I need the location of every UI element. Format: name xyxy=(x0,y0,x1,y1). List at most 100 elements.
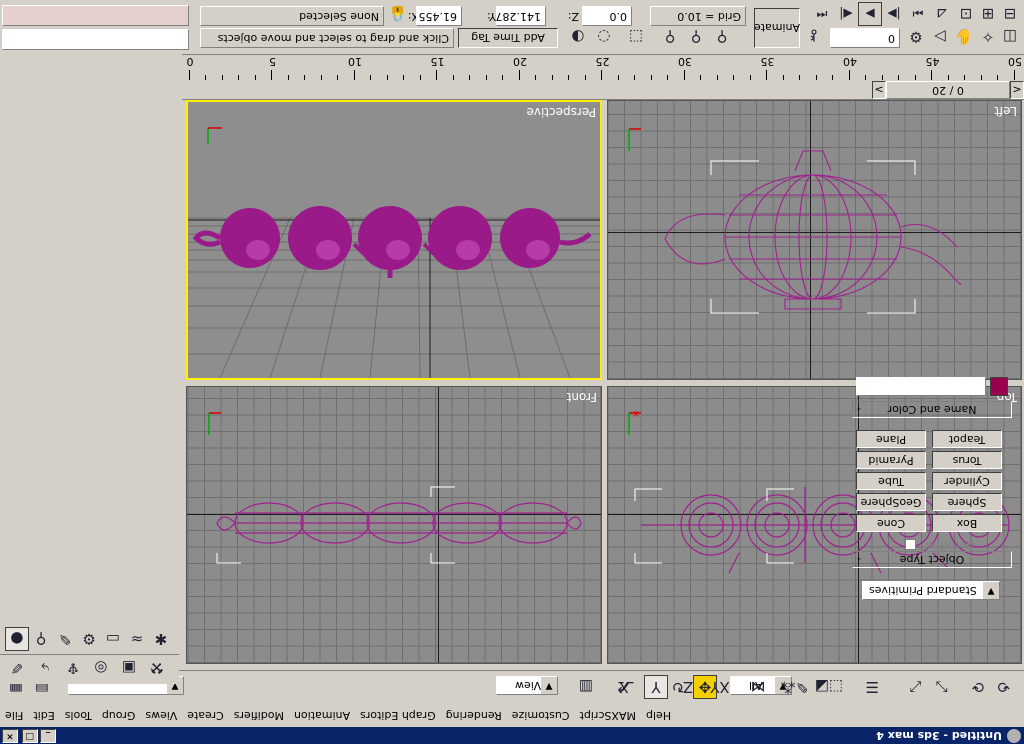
zoom-all-icon[interactable]: ◌ xyxy=(592,25,616,49)
hierarchy-tab-icon[interactable]: ♆ xyxy=(61,656,85,680)
maxscript-listener[interactable] xyxy=(2,5,189,26)
menu-rendering[interactable]: Rendering xyxy=(441,706,507,724)
animate-button[interactable]: Animate xyxy=(754,8,800,48)
close-button[interactable]: × xyxy=(2,729,18,743)
select-object-icon[interactable]: ⤢ xyxy=(904,675,928,699)
menu-maxscript[interactable]: MAXScript xyxy=(575,706,641,724)
primitive-cylinder-button[interactable]: Cylinder xyxy=(932,472,1002,490)
orbit-icon[interactable]: ✧ xyxy=(976,25,1000,49)
zoom-extents-icon[interactable]: ⬚ xyxy=(624,25,648,49)
time-slider-prev[interactable]: > xyxy=(872,81,886,99)
x-coordinate[interactable]: 61.455 xyxy=(416,6,462,26)
reference-coord-dropdown[interactable]: View ▼ xyxy=(496,676,558,695)
cameras-icon[interactable]: ⚙ xyxy=(77,627,101,651)
pan-icon[interactable]: ⚲ xyxy=(710,25,734,49)
restrict-xy-icon[interactable]: XY xyxy=(708,675,732,699)
viewport-left[interactable]: Left xyxy=(607,100,1022,380)
primitive-geosphere-button[interactable]: GeoSphere xyxy=(856,493,926,511)
bind-space-warp-icon[interactable]: ⤡ xyxy=(930,675,954,699)
motion-tab-icon[interactable]: ◎ xyxy=(89,656,113,680)
align-icon[interactable]: ◪ xyxy=(810,675,834,699)
utilities-tab-icon[interactable]: ⚒ xyxy=(145,656,169,680)
min-max-toggle-icon[interactable]: ⊟ xyxy=(998,2,1022,26)
fov-icon[interactable]: ⚲ xyxy=(684,25,708,49)
primitive-tube-button[interactable]: Tube xyxy=(856,472,926,490)
goto-end-icon[interactable]: ⏭ xyxy=(906,2,930,26)
primitive-pyramid-button[interactable]: Pyramid xyxy=(856,451,926,469)
display-tab-icon[interactable]: ▣ xyxy=(117,656,141,680)
prev-frame-icon[interactable]: ◀| xyxy=(834,2,858,26)
walk-icon[interactable]: ⊿ xyxy=(930,2,954,26)
ruler-label: 35 xyxy=(760,55,775,68)
menu-create[interactable]: Create xyxy=(182,706,229,724)
maximize-viewport-icon[interactable]: ◫ xyxy=(998,25,1022,49)
menu-group[interactable]: Group xyxy=(97,706,141,724)
region-zoom-icon[interactable]: ⚲ xyxy=(658,25,682,49)
menu-tools[interactable]: Tools xyxy=(60,706,97,724)
time-slider[interactable]: < 0 / 20 > xyxy=(182,81,1024,100)
primitive-cone-button[interactable]: Cone xyxy=(856,514,926,532)
pivot-center-icon[interactable]: ▥ xyxy=(574,675,598,699)
z-coordinate[interactable]: 0.0 xyxy=(582,6,632,26)
helpers-icon[interactable]: ▭ xyxy=(101,627,125,651)
next-frame-icon[interactable]: |▶ xyxy=(882,2,906,26)
name-and-color-rollout-header[interactable]: - Name and Color xyxy=(852,401,1012,418)
mirror-selected-icon[interactable]: ⋈ xyxy=(746,675,770,699)
zoom-region-icon[interactable]: ⊞ xyxy=(976,2,1000,26)
select-by-name-icon[interactable]: ☰ xyxy=(860,675,884,699)
menu-animation[interactable]: Animation xyxy=(289,706,355,724)
create-tab-icon[interactable]: ✐ xyxy=(5,656,29,680)
menu-customize[interactable]: Customize xyxy=(507,706,575,724)
time-config-icon[interactable]: ▷ xyxy=(928,25,952,49)
primitive-box-button[interactable]: Box xyxy=(932,514,1002,532)
restrict-z-icon[interactable]: Z xyxy=(676,675,700,699)
y-coordinate[interactable]: 141.287 xyxy=(496,6,546,26)
arc-rotate-icon[interactable]: ✋ xyxy=(952,25,976,49)
primitive-sphere-button[interactable]: Sphere xyxy=(932,493,1002,511)
primitive-type-dropdown[interactable]: Standard Primitives ▼ xyxy=(862,581,1000,600)
geometry-icon[interactable]: ● xyxy=(5,627,29,651)
add-time-tag-button[interactable]: Add Time Tag xyxy=(458,28,558,48)
key-icon[interactable]: ⚷ xyxy=(802,24,826,48)
select-link-icon[interactable]: ⟲ xyxy=(992,675,1016,699)
menu-graph-editors[interactable]: Graph Editors xyxy=(355,706,441,724)
viewport-front[interactable]: Front xyxy=(186,386,602,664)
object-name-field[interactable] xyxy=(856,377,986,396)
shapes-icon[interactable]: ⚲ xyxy=(29,627,53,651)
zoom-icon[interactable]: ◑ xyxy=(566,25,590,49)
frame-icon[interactable]: ⊡ xyxy=(954,2,978,26)
object-color-swatch[interactable] xyxy=(990,377,1008,396)
menu-edit[interactable]: Edit xyxy=(28,706,59,724)
minimize-button[interactable]: _ xyxy=(40,729,56,743)
lights-icon[interactable]: ✎ xyxy=(53,627,77,651)
restrict-y-icon[interactable]: Y xyxy=(644,675,668,699)
app-window: Untitled - 3ds max 4 _ □ × File Edit Tools… xyxy=(0,0,1024,744)
primitive-torus-button[interactable]: Torus xyxy=(932,451,1002,469)
object-type-rollout-header[interactable]: - Object Type xyxy=(852,551,1012,568)
primitive-plane-button[interactable]: Plane xyxy=(856,430,926,448)
key-mode-icon[interactable]: ⚙ xyxy=(904,25,928,49)
systems-icon[interactable]: ✱ xyxy=(149,627,173,651)
time-slider-next[interactable]: < xyxy=(1010,81,1024,99)
autogrid-checkbox[interactable] xyxy=(905,539,916,550)
unlink-icon[interactable]: ⟳ xyxy=(966,675,990,699)
ruler-tick xyxy=(585,75,586,80)
restrict-x-icon[interactable]: X xyxy=(612,675,636,699)
ruler-label: 15 xyxy=(430,55,445,68)
maximize-button[interactable]: □ xyxy=(22,729,38,743)
modify-tab-icon[interactable]: ⤷ xyxy=(33,656,57,680)
play-icon[interactable]: ▶ xyxy=(858,2,882,26)
current-frame[interactable]: 0 xyxy=(830,28,900,48)
primitive-teapot-button[interactable]: Teapot xyxy=(932,430,1002,448)
lock-selection-icon[interactable]: 🔒 xyxy=(386,2,410,26)
goto-start-icon[interactable]: ⏮ xyxy=(810,2,834,26)
viewport-perspective[interactable]: Perspective xyxy=(186,100,602,380)
menu-file[interactable]: File xyxy=(0,706,28,724)
menu-help[interactable]: Help xyxy=(641,706,676,724)
maxscript-input[interactable] xyxy=(2,29,189,50)
menu-modifiers[interactable]: Modifiers xyxy=(229,706,289,724)
menu-views[interactable]: Views xyxy=(140,706,182,724)
time-slider-thumb[interactable]: 0 / 20 xyxy=(886,81,1010,99)
space-warps-icon[interactable]: ≈ xyxy=(125,627,149,651)
array-icon[interactable]: ⁂ xyxy=(776,675,800,699)
